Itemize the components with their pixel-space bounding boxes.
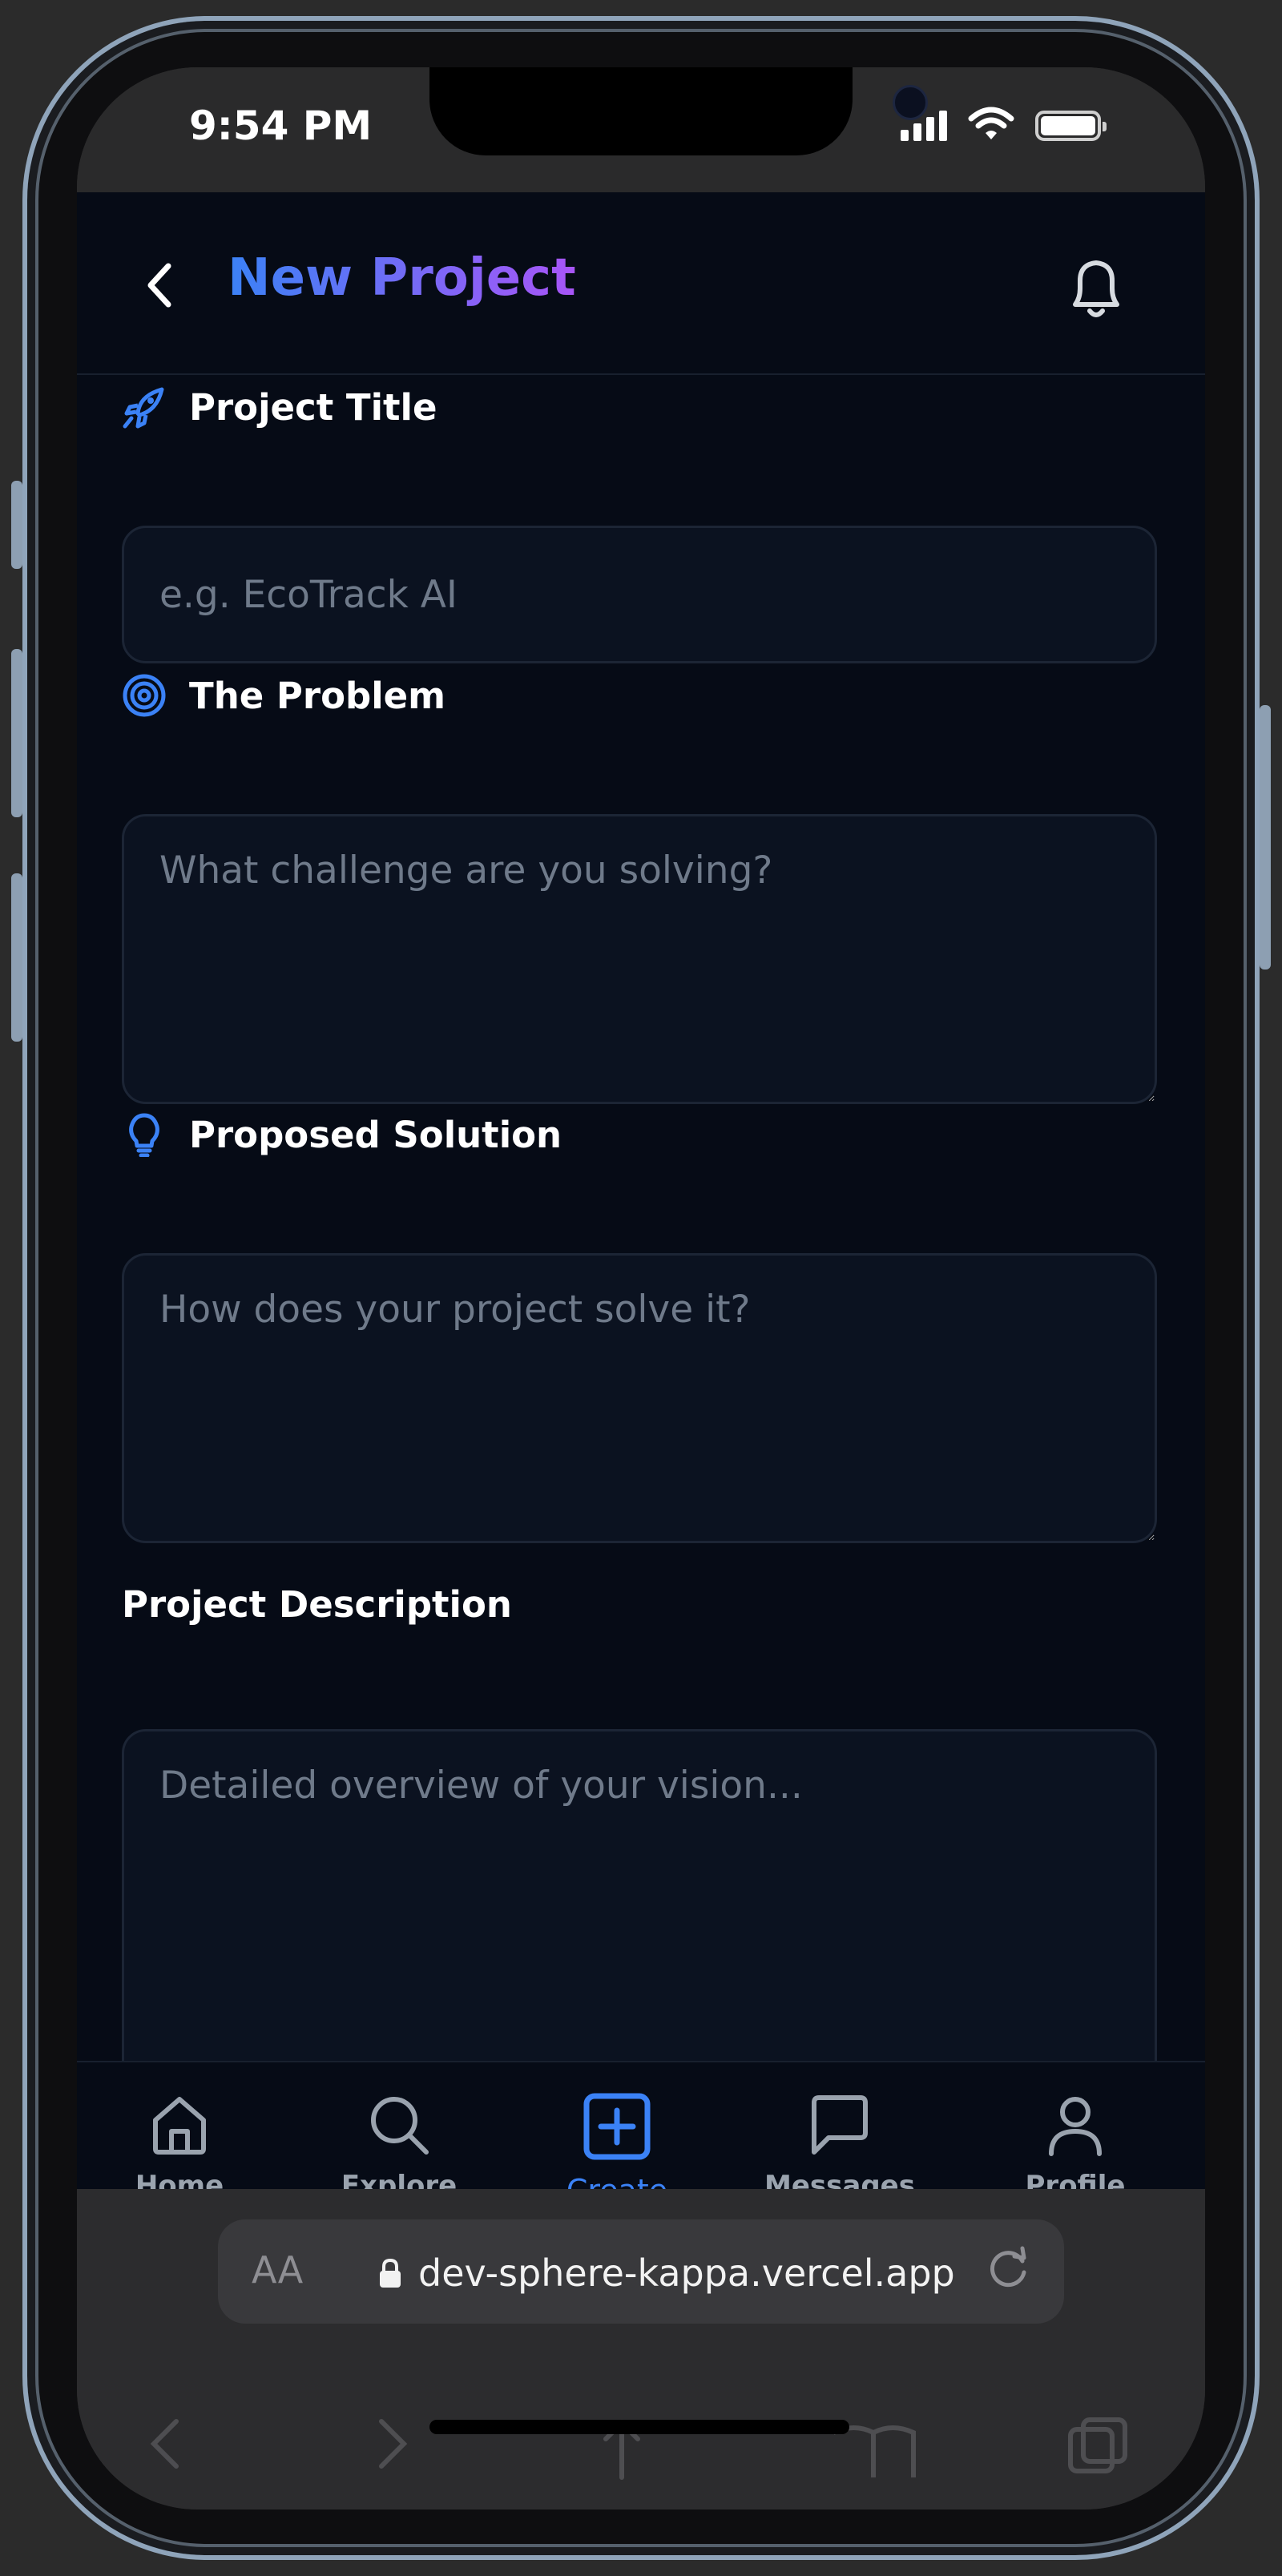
problem-textarea[interactable] bbox=[122, 814, 1157, 1104]
url-text: dev-sphere-kappa.vercel.app bbox=[418, 2251, 955, 2295]
screen: 9:54 PM New Project Project Title e.g. E… bbox=[77, 67, 1205, 2509]
browser-toolbar-icons bbox=[150, 2417, 1127, 2480]
back-button[interactable] bbox=[138, 253, 183, 317]
description-label-row: Project Description bbox=[122, 1583, 512, 1626]
bell-icon bbox=[1073, 260, 1119, 317]
description-label: Project Description bbox=[122, 1583, 512, 1626]
plus-square-icon bbox=[583, 2093, 651, 2160]
nav-profile[interactable]: Profile bbox=[987, 2091, 1163, 2202]
status-icons bbox=[901, 106, 1107, 141]
project-title-label-row: Project Title bbox=[122, 385, 437, 429]
wifi-icon bbox=[968, 107, 1014, 139]
nav-home[interactable]: Home bbox=[91, 2091, 268, 2202]
message-icon bbox=[812, 2095, 868, 2155]
reload-button[interactable] bbox=[982, 2243, 1034, 2298]
volume-up-button bbox=[11, 649, 22, 817]
app-view: New Project Project Title e.g. EcoTrack … bbox=[77, 192, 1205, 2187]
search-icon bbox=[371, 2097, 429, 2155]
page-title: New Project bbox=[228, 248, 576, 308]
status-time: 9:54 PM bbox=[189, 103, 373, 149]
browser-toolbar: AA dev-sphere-kappa.vercel.app bbox=[77, 2189, 1205, 2509]
project-title-label: Project Title bbox=[189, 385, 437, 429]
lock-icon bbox=[380, 2258, 401, 2288]
nav-messages[interactable]: Messages bbox=[752, 2091, 928, 2202]
solution-label-row: Proposed Solution bbox=[122, 1112, 562, 1157]
problem-label: The Problem bbox=[189, 674, 446, 717]
nav-explore[interactable]: Explore bbox=[311, 2091, 487, 2202]
reload-icon bbox=[990, 2246, 1026, 2288]
address-bar[interactable]: AA dev-sphere-kappa.vercel.app bbox=[218, 2219, 1064, 2324]
rocket-icon bbox=[122, 385, 167, 429]
chevron-left-icon bbox=[147, 263, 171, 308]
target-icon bbox=[122, 673, 167, 718]
mute-switch bbox=[11, 481, 22, 569]
notifications-button[interactable] bbox=[1064, 253, 1128, 324]
reader-aa-button[interactable]: AA bbox=[252, 2248, 303, 2292]
url-display: dev-sphere-kappa.vercel.app bbox=[378, 2251, 955, 2295]
top-bar: New Project bbox=[77, 192, 1205, 375]
lightbulb-icon bbox=[122, 1112, 167, 1157]
power-button bbox=[1260, 705, 1271, 970]
solution-textarea[interactable] bbox=[122, 1253, 1157, 1543]
notch bbox=[429, 67, 928, 155]
volume-down-button bbox=[11, 873, 22, 1042]
user-icon bbox=[1049, 2097, 1102, 2156]
problem-label-row: The Problem bbox=[122, 673, 445, 718]
project-title-input[interactable] bbox=[122, 526, 1157, 663]
home-indicator[interactable] bbox=[429, 2420, 849, 2434]
status-bar: 9:54 PM bbox=[77, 67, 1205, 192]
home-icon bbox=[153, 2097, 206, 2155]
battery-icon bbox=[1035, 111, 1107, 141]
solution-label: Proposed Solution bbox=[189, 1113, 562, 1156]
signal-icon bbox=[901, 109, 947, 141]
